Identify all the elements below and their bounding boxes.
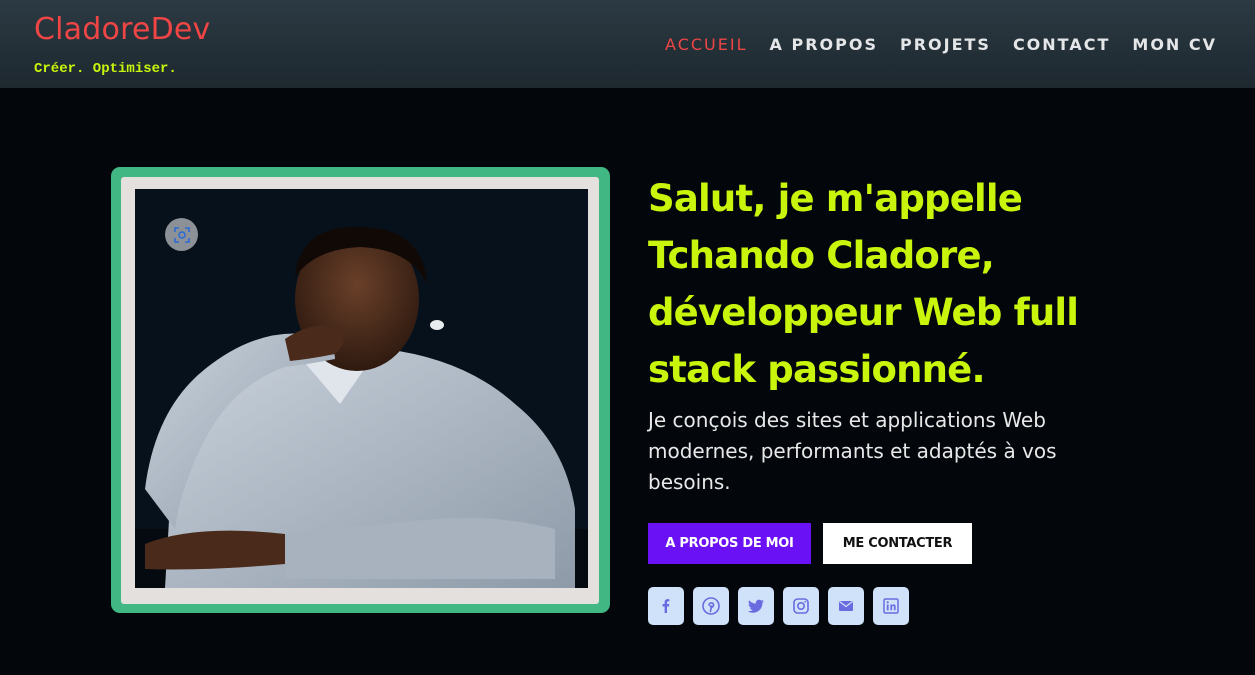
profile-photo-frame [111, 167, 610, 613]
pinterest-icon [702, 597, 720, 615]
instagram-link[interactable] [783, 587, 819, 625]
pinterest-link[interactable] [693, 587, 729, 625]
twitter-icon [747, 599, 764, 613]
email-link[interactable] [828, 587, 864, 625]
profile-photo-mat [121, 177, 599, 604]
about-me-button[interactable]: A PROPOS DE MOI [648, 523, 811, 564]
image-search-icon[interactable] [165, 218, 198, 251]
nav-item-accueil[interactable]: ACCUEIL [665, 35, 747, 54]
brand-logo[interactable]: CladoreDev [34, 12, 211, 47]
linkedin-link[interactable] [873, 587, 909, 625]
instagram-icon [793, 598, 809, 614]
profile-photo [135, 189, 588, 588]
main-nav: ACCUEIL A PROPOS PROJETS CONTACT MON CV [665, 35, 1217, 54]
hero-headline: Salut, je m'appelle Tchando Cladore, dév… [648, 177, 1079, 391]
nav-item-projets[interactable]: PROJETS [900, 35, 991, 54]
facebook-icon [662, 599, 670, 613]
nav-item-contact[interactable]: CONTACT [1013, 35, 1110, 54]
nav-item-a-propos[interactable]: A PROPOS [770, 35, 878, 54]
social-links [648, 587, 909, 625]
linkedin-icon [883, 598, 899, 614]
contact-me-button[interactable]: ME CONTACTER [823, 523, 972, 564]
site-header: CladoreDev Créer. Optimiser. ACCUEIL A P… [0, 0, 1255, 88]
mail-icon [839, 601, 853, 611]
twitter-link[interactable] [738, 587, 774, 625]
facebook-link[interactable] [648, 587, 684, 625]
hero-intro: Je conçois des sites et applications Web… [648, 408, 1057, 494]
tagline: Créer. Optimiser. [34, 61, 177, 77]
portrait-illustration [135, 189, 588, 588]
nav-item-mon-cv[interactable]: MON CV [1132, 35, 1217, 54]
